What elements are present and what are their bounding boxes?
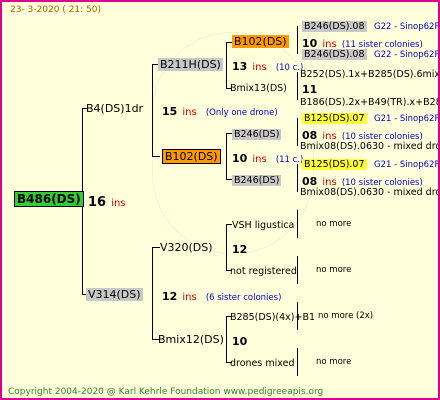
gen4-d2[interactable]: Bmix08(DS).0630 - mixed drone [300,185,438,199]
ff-father-more: no more [316,357,352,367]
line [297,26,298,54]
fm-father-node[interactable]: not registered [230,264,297,278]
fm-mother-more: no more [316,219,352,229]
m-father-node[interactable]: B102(DS) [162,149,221,164]
ff-mother-node[interactable]: B285(DS)(4x)+B1 [230,310,315,324]
gen4-c1[interactable]: B125(DS).07 G21 - Sinop62R [302,111,438,126]
m-father-stats: 10 ins (11 c.) [232,152,304,165]
root-stats: 16 ins [88,195,126,210]
father-stats: 12 ins (6 sister colonies) [162,290,282,303]
gen4-a2[interactable]: B246(DS).08 G22 - Sinop62R [302,47,438,62]
ff-father-node[interactable]: drones mixed [230,356,294,370]
mm-mother-node[interactable]: B102(DS) [232,35,289,48]
line [226,316,227,362]
mm-father-node[interactable]: Bmix13(DS) [230,81,287,95]
line [297,72,298,100]
mf-father-node[interactable]: B246(DS) [232,173,282,187]
copyright-footer: Copyright 2004-2020 @ Karl Kehrle Founda… [8,387,324,397]
m-mother-node[interactable]: B211H(DS) [158,58,223,71]
line [152,247,153,339]
line [297,348,298,376]
line [226,42,227,88]
line [297,118,298,146]
f-father-node[interactable]: Bmix12(DS) [158,333,224,346]
gen4-a1[interactable]: B246(DS).08 G22 - Sinop62R [302,19,438,34]
fm-father-more: no more [316,265,352,275]
f-father-stats: 10 [232,335,248,348]
line [152,64,153,156]
father-node[interactable]: V314(DS) [86,288,143,301]
mm-father-stats: 11 [302,83,318,96]
ff-mother-more: no more (2x) [318,311,374,321]
line [152,156,160,157]
line [226,133,227,179]
line [152,247,160,248]
line [226,224,227,270]
f-mother-stats: 12 [232,243,248,256]
gen4-b1[interactable]: B252(DS).1x+B285(DS).6mix1 [300,67,438,81]
mother-node[interactable]: B4(DS)1dr [86,102,143,115]
root-name[interactable]: B486(DS) [14,191,84,207]
date-header: 23- 3-2020 ( 21: 50) [10,5,101,15]
line [297,256,298,284]
fm-mother-node[interactable]: VSH ligustica [232,218,294,232]
gen4-d1[interactable]: B125(DS).07 G21 - Sinop62R [302,157,438,172]
line [297,164,298,192]
gen4-c2[interactable]: Bmix08(DS).0630 - mixed drone [300,139,438,153]
gen4-b2[interactable]: B186(DS).2x+B49(TR).x+B28 [300,95,438,109]
mf-mother-node[interactable]: B246(DS) [232,127,282,141]
root-node[interactable]: B486(DS) [14,191,84,207]
pedigree-frame: 23- 3-2020 ( 21: 50) B486(DS) 16 ins B4(… [0,0,440,400]
line [297,210,298,238]
m-mother-stats: 13 ins (10 c.) [232,60,304,73]
f-mother-node[interactable]: V320(DS) [160,241,213,254]
mother-stats: 15 ins (Only one drone) [162,105,278,118]
